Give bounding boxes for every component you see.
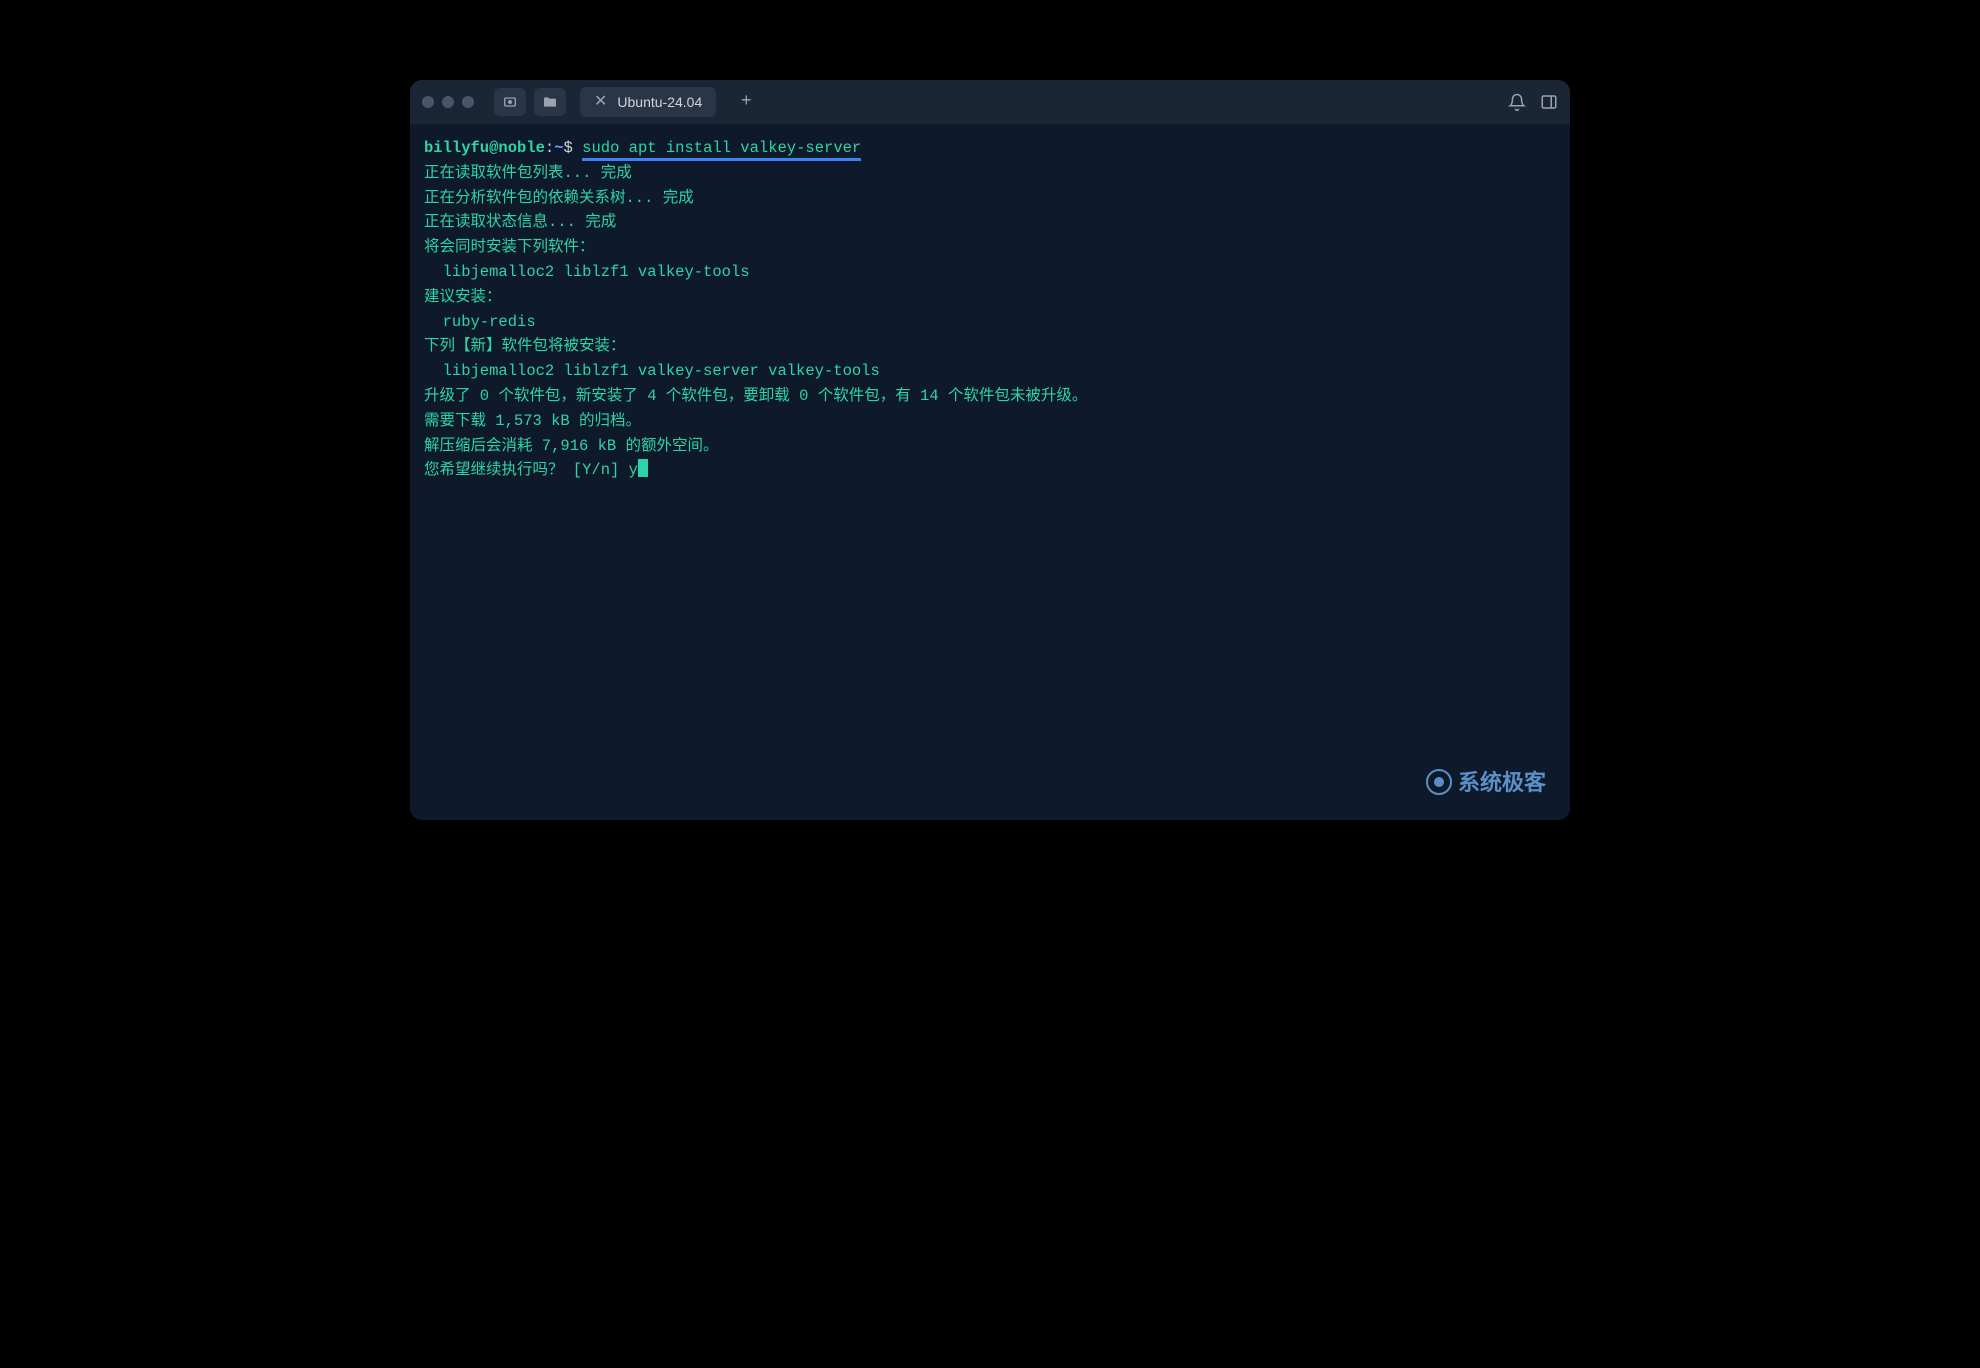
bell-icon[interactable] xyxy=(1508,93,1526,111)
output-line: 正在读取软件包列表... 完成 xyxy=(424,161,1556,186)
command-palette-icon xyxy=(502,94,518,110)
titlebar: ✕ Ubuntu-24.04 + xyxy=(410,80,1570,124)
confirm-prompt-line: 您希望继续执行吗？ [Y/n] y xyxy=(424,458,1556,483)
command-text: sudo apt install valkey-server xyxy=(582,139,861,161)
prompt-separator: : xyxy=(545,139,554,157)
output-line: 正在读取状态信息... 完成 xyxy=(424,210,1556,235)
maximize-window-button[interactable] xyxy=(462,96,474,108)
output-line: libjemalloc2 liblzf1 valkey-server valke… xyxy=(424,359,1556,384)
output-line: 需要下载 1,573 kB 的归档。 xyxy=(424,409,1556,434)
prompt-line: billyfu@noble:~$ sudo apt install valkey… xyxy=(424,136,1556,161)
cursor xyxy=(638,459,648,477)
prompt-user-host: billyfu@noble xyxy=(424,139,545,157)
minimize-window-button[interactable] xyxy=(442,96,454,108)
output-line: libjemalloc2 liblzf1 valkey-tools xyxy=(424,260,1556,285)
output-line: 建议安装： xyxy=(424,285,1556,310)
new-tab-button[interactable]: + xyxy=(732,88,760,116)
traffic-lights xyxy=(422,96,474,108)
prompt-path: ~ xyxy=(554,139,563,157)
confirm-input: y xyxy=(629,461,638,479)
titlebar-right xyxy=(1508,93,1558,111)
confirm-prompt-text: 您希望继续执行吗？ [Y/n] xyxy=(424,461,629,479)
output-line: ruby-redis xyxy=(424,310,1556,335)
prompt-symbol: $ xyxy=(564,139,573,157)
close-window-button[interactable] xyxy=(422,96,434,108)
output-line: 下列【新】软件包将被安装： xyxy=(424,334,1556,359)
output-line: 正在分析软件包的依赖关系树... 完成 xyxy=(424,186,1556,211)
watermark-text: 系统极客 xyxy=(1458,765,1546,800)
output-line: 将会同时安装下列软件： xyxy=(424,235,1556,260)
panel-icon[interactable] xyxy=(1540,93,1558,111)
plus-icon: + xyxy=(741,92,752,112)
watermark: 系统极客 xyxy=(1426,765,1546,800)
folder-button[interactable] xyxy=(534,88,566,116)
terminal-window: ✕ Ubuntu-24.04 + billyfu@noble:~$ sudo a… xyxy=(410,80,1570,820)
tab-label: Ubuntu-24.04 xyxy=(617,94,702,110)
tab-ubuntu[interactable]: ✕ Ubuntu-24.04 xyxy=(580,87,716,117)
output-line: 升级了 0 个软件包，新安装了 4 个软件包，要卸载 0 个软件包，有 14 个… xyxy=(424,384,1556,409)
command-palette-button[interactable] xyxy=(494,88,526,116)
close-icon[interactable]: ✕ xyxy=(594,94,607,110)
terminal-body[interactable]: billyfu@noble:~$ sudo apt install valkey… xyxy=(410,124,1570,820)
output-line: 解压缩后会消耗 7,916 kB 的额外空间。 xyxy=(424,434,1556,459)
watermark-logo-icon xyxy=(1426,769,1452,795)
folder-icon xyxy=(542,94,558,110)
